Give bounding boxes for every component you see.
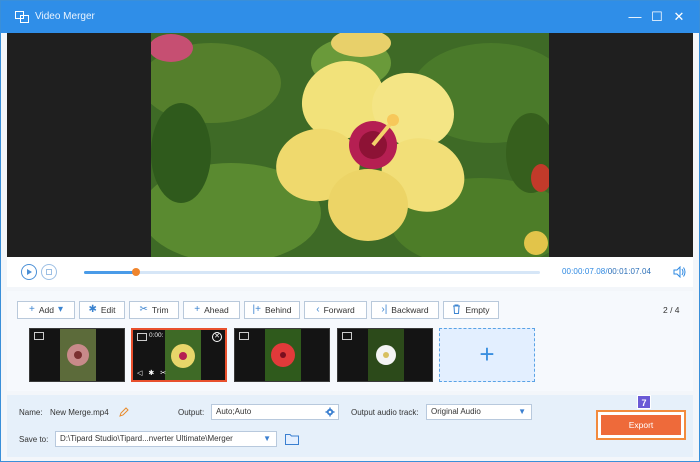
- title-bar: Video Merger — ☐ ✕: [1, 1, 699, 33]
- clip-tools: ◁✱✂: [137, 369, 172, 377]
- behind-label: Behind: [264, 305, 292, 315]
- clip-thumbnail-1[interactable]: [29, 328, 125, 382]
- stop-button[interactable]: [41, 264, 57, 280]
- add-label: Add: [38, 305, 54, 315]
- video-preview[interactable]: [7, 33, 693, 257]
- clip-thumbnail-3[interactable]: [234, 328, 330, 382]
- chevron-down-icon: ▼: [263, 434, 271, 443]
- gear-icon[interactable]: [325, 407, 335, 417]
- export-highlight: Export: [596, 410, 686, 440]
- film-icon: [239, 332, 249, 340]
- folder-icon[interactable]: [285, 433, 299, 445]
- empty-button[interactable]: Empty: [443, 301, 499, 319]
- empty-label: Empty: [465, 305, 490, 315]
- remove-clip-icon[interactable]: ✕: [212, 332, 222, 342]
- chevron-down-icon: ▼: [518, 407, 526, 416]
- clip-1-thumbnail-image: [60, 329, 96, 381]
- audio-track-select[interactable]: Original Audio ▼: [426, 404, 532, 420]
- add-clip-button[interactable]: +: [439, 328, 535, 382]
- step-badge: 7: [637, 395, 651, 409]
- time-display: 00:00:07.08/00:01:07.04: [562, 267, 651, 276]
- backward-button[interactable]: ›| Backward: [371, 301, 439, 319]
- video-merger-window: Video Merger — ☐ ✕ 00:00:07.08/00:01:07.…: [0, 0, 700, 462]
- close-button[interactable]: ✕: [671, 9, 687, 25]
- edit-label: Edit: [100, 305, 116, 315]
- minimize-button[interactable]: —: [627, 9, 643, 25]
- window-title: Video Merger: [35, 11, 95, 22]
- file-name-value: New Merge.mp4: [50, 408, 109, 417]
- output-label: Output:: [178, 408, 205, 417]
- scissors-icon: ✂: [139, 304, 148, 315]
- stop-icon: [46, 269, 52, 275]
- save-to-label: Save to:: [19, 435, 49, 444]
- output-format-value: Auto;Auto: [216, 407, 252, 416]
- edit-star-icon: ✱: [88, 304, 97, 315]
- progress-bar[interactable]: [84, 268, 540, 276]
- play-button[interactable]: [21, 264, 37, 280]
- ahead-label: Ahead: [204, 305, 229, 315]
- merge-app-icon: [15, 11, 29, 23]
- total-time: 00:01:07.04: [607, 267, 652, 276]
- output-settings-panel: Name: New Merge.mp4 Output: Auto;Auto Ou…: [7, 395, 693, 457]
- clip-thumbnail-4[interactable]: [337, 328, 433, 382]
- page-indicator: 2 / 4: [663, 305, 680, 315]
- insert-behind-icon: |+: [252, 304, 261, 315]
- effect-icon[interactable]: ✱: [148, 370, 160, 377]
- audio-track-label: Output audio track:: [351, 408, 419, 417]
- audio-icon[interactable]: ◁: [137, 370, 148, 377]
- audio-track-value: Original Audio: [431, 407, 481, 416]
- name-label: Name:: [19, 408, 43, 417]
- volume-icon[interactable]: [673, 266, 687, 278]
- forward-button[interactable]: ‹ Forward: [304, 301, 367, 319]
- progress-handle[interactable]: [132, 268, 141, 276]
- play-icon: [27, 269, 32, 275]
- trash-icon: [452, 304, 461, 317]
- trim-button[interactable]: ✂ Trim: [129, 301, 179, 319]
- export-button[interactable]: Export: [601, 415, 681, 435]
- film-icon: [34, 332, 44, 340]
- add-button[interactable]: + Add ▾: [17, 301, 75, 319]
- video-frame-image: [151, 33, 549, 257]
- clip-toolbar: + Add ▾ ✱ Edit ✂ Trim + Ahead |+ Behind …: [7, 291, 693, 391]
- maximize-button[interactable]: ☐: [649, 9, 665, 25]
- film-icon: [137, 333, 147, 341]
- save-path-select[interactable]: D:\Tipard Studio\Tipard...nverter Ultima…: [55, 431, 277, 447]
- progress-fill: [84, 271, 137, 274]
- save-path-value: D:\Tipard Studio\Tipard...nverter Ultima…: [60, 434, 233, 443]
- backward-label: Backward: [391, 305, 429, 315]
- edit-button[interactable]: ✱ Edit: [79, 301, 125, 319]
- player-controls: 00:00:07.08/00:01:07.04: [7, 257, 693, 287]
- scissors-icon[interactable]: ✂: [160, 370, 172, 377]
- plus-icon: +: [29, 304, 35, 315]
- ahead-button[interactable]: + Ahead: [183, 301, 240, 319]
- output-format-field[interactable]: Auto;Auto: [211, 404, 339, 420]
- behind-button[interactable]: |+ Behind: [244, 301, 300, 319]
- pencil-icon[interactable]: [119, 407, 129, 417]
- move-backward-icon: ›|: [381, 304, 388, 315]
- move-forward-icon: ‹: [316, 304, 320, 315]
- current-time: 00:00:07.08: [562, 267, 606, 276]
- insert-ahead-icon: +: [194, 304, 201, 315]
- clip-3-thumbnail-image: [265, 329, 301, 381]
- clip-4-thumbnail-image: [368, 329, 404, 381]
- clip-thumbnail-2[interactable]: 0:00: ✕ ◁✱✂: [131, 328, 227, 382]
- trim-label: Trim: [151, 305, 169, 315]
- chevron-down-icon: ▾: [57, 304, 63, 315]
- film-icon: [342, 332, 352, 340]
- forward-label: Forward: [323, 305, 355, 315]
